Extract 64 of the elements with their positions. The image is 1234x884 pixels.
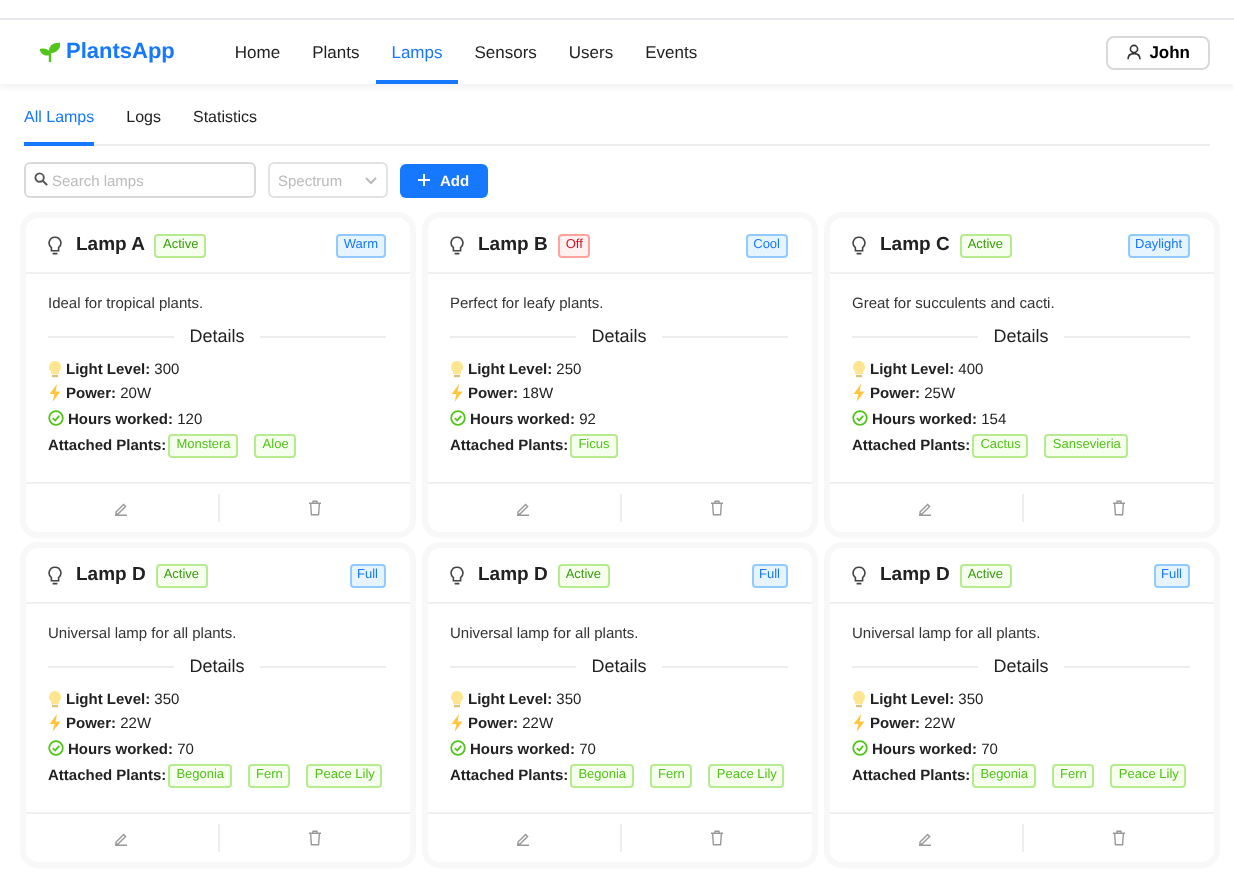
lamp-name: Lamp D [880, 564, 950, 586]
lightning-icon [852, 384, 866, 403]
lamp-name: Lamp B [478, 234, 548, 256]
nav-item[interactable]: Home [218, 20, 297, 84]
nav-item[interactable]: Plants [296, 20, 376, 84]
section-title: Details [993, 656, 1049, 676]
lightbulb-icon [450, 689, 464, 708]
lightbulb-icon [852, 359, 866, 378]
lamp-name: Lamp D [76, 564, 146, 586]
check-circle-icon [852, 410, 868, 427]
lightning-icon [852, 714, 866, 733]
trash-icon [307, 500, 322, 516]
check-circle-icon [852, 740, 868, 757]
pencil-icon [516, 501, 531, 515]
tab[interactable]: All Lamps [24, 108, 95, 146]
lightning-icon [450, 714, 464, 733]
tab[interactable]: Statistics [192, 108, 257, 146]
lightbulb-icon [852, 565, 866, 585]
check-circle-icon [450, 740, 466, 757]
section-title: Details [591, 326, 647, 346]
lightbulb-icon [852, 689, 866, 708]
lightbulb-icon [48, 689, 62, 708]
nav-item[interactable]: Events [629, 20, 714, 84]
section-title: Details [993, 326, 1049, 346]
lamp-name: Lamp D [478, 564, 548, 586]
check-circle-icon [48, 740, 64, 757]
lightbulb-icon [450, 565, 464, 585]
lamp-name: Lamp C [880, 234, 950, 256]
nav-item[interactable]: Users [552, 20, 630, 84]
lightning-icon [48, 714, 62, 733]
chevron-down-icon [364, 175, 378, 185]
nav-item[interactable]: Lamps [375, 20, 459, 84]
section-title: Details [591, 656, 647, 676]
lightbulb-icon [48, 359, 62, 378]
trash-icon [709, 500, 724, 516]
lightbulb-icon [48, 565, 62, 585]
pencil-icon [114, 501, 129, 515]
user-icon [1125, 44, 1142, 60]
pencil-icon [114, 831, 129, 845]
user-button[interactable]: John [1105, 35, 1210, 69]
app-logo[interactable]: PlantsApp [66, 40, 175, 64]
lightbulb-icon [852, 235, 866, 255]
lightbulb-icon [450, 359, 464, 378]
pencil-icon [516, 831, 531, 845]
tab[interactable]: Logs [126, 108, 161, 146]
lightning-icon [450, 384, 464, 403]
pencil-icon [918, 831, 933, 845]
sprout-icon [40, 42, 60, 62]
section-title: Details [189, 656, 245, 676]
trash-icon [1111, 830, 1126, 846]
pencil-icon [918, 501, 933, 515]
check-circle-icon [450, 410, 466, 427]
lightbulb-icon [450, 235, 464, 255]
lightning-icon [48, 384, 62, 403]
plus-icon [418, 174, 430, 186]
check-circle-icon [48, 410, 64, 427]
trash-icon [1111, 500, 1126, 516]
trash-icon [307, 830, 322, 846]
lightbulb-icon [48, 235, 62, 255]
trash-icon [709, 830, 724, 846]
section-title: Details [189, 326, 245, 346]
lamp-name: Lamp A [76, 234, 145, 256]
nav-item[interactable]: Sensors [458, 20, 553, 84]
search-icon [34, 172, 48, 186]
